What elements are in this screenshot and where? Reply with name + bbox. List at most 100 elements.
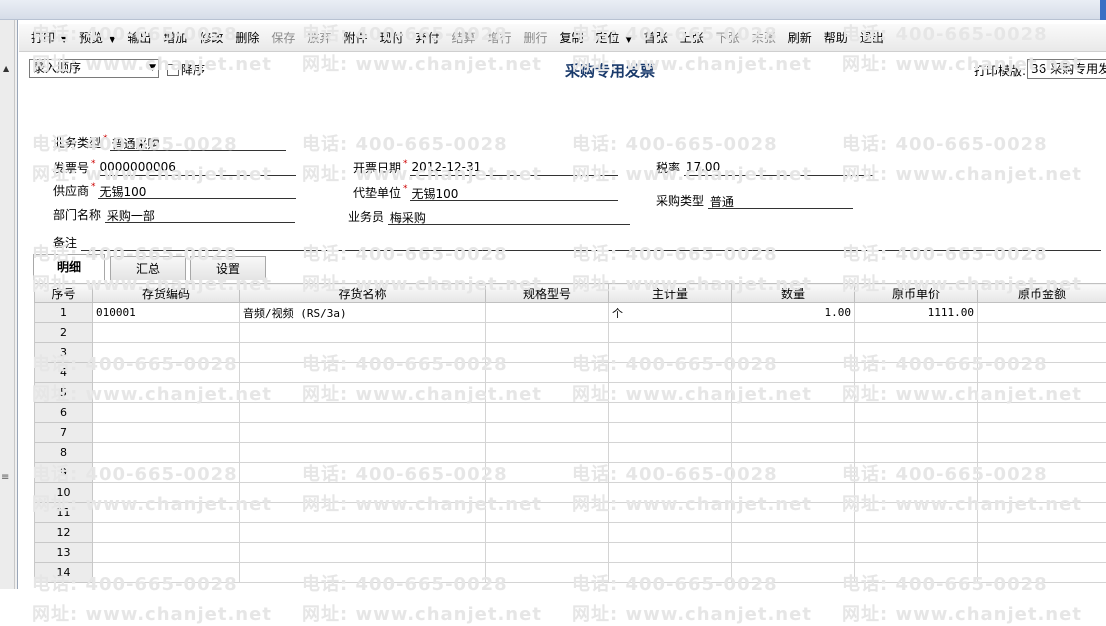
toolbar-button-12[interactable]: 增行 [482, 27, 518, 49]
table-cell-amount[interactable] [978, 303, 1106, 323]
toolbar-button-11[interactable]: 结算 [445, 27, 481, 49]
toolbar-button-4[interactable]: 修改 [193, 27, 229, 49]
table-row[interactable]: 3 [35, 343, 1106, 363]
table-cell-unit[interactable] [609, 543, 732, 563]
table-cell-qty[interactable] [732, 523, 855, 543]
toolbar-button-16[interactable]: 首张 [638, 27, 674, 49]
caret-down-icon[interactable]: ▼ [626, 35, 632, 44]
table-cell-amount[interactable] [978, 423, 1106, 443]
table-cell-unit[interactable] [609, 323, 732, 343]
table-cell-amount[interactable] [978, 383, 1106, 403]
splitter-grip-icon[interactable]: ≡ [1, 472, 9, 483]
left-scroll-panel[interactable]: ▲ ≡ [0, 20, 18, 589]
toolbar-button-19[interactable]: 末张 [746, 27, 782, 49]
tab-detail[interactable]: 明细 [33, 254, 105, 280]
table-cell-unit[interactable] [609, 403, 732, 423]
toolbar-button-1[interactable]: 预览▼ [73, 27, 121, 49]
table-cell-spec[interactable] [486, 463, 609, 483]
tax-rate-input[interactable]: 17.00 [684, 160, 874, 176]
table-cell-spec[interactable] [486, 503, 609, 523]
purchase-type-input[interactable]: 普通 [708, 193, 853, 209]
table-cell-code[interactable] [93, 403, 240, 423]
table-cell-price[interactable] [855, 363, 978, 383]
table-cell-qty[interactable] [732, 363, 855, 383]
table-cell-code[interactable] [93, 463, 240, 483]
table-cell-qty[interactable] [732, 383, 855, 403]
table-cell-price[interactable] [855, 443, 978, 463]
column-header-4[interactable]: 主计量 [609, 284, 732, 303]
table-cell-name[interactable] [240, 383, 486, 403]
toolbar-button-18[interactable]: 下张 [710, 27, 746, 49]
table-cell-spec[interactable] [486, 343, 609, 363]
table-cell-code[interactable] [93, 563, 240, 583]
tab-summary[interactable]: 汇总 [110, 256, 186, 280]
table-cell-unit[interactable] [609, 343, 732, 363]
table-cell-name[interactable] [240, 343, 486, 363]
table-row[interactable]: 7 [35, 423, 1106, 443]
toolbar-button-5[interactable]: 删除 [229, 27, 265, 49]
table-cell-amount[interactable] [978, 343, 1106, 363]
table-cell-amount[interactable] [978, 563, 1106, 583]
table-cell-amount[interactable] [978, 323, 1106, 343]
table-cell-qty[interactable] [732, 343, 855, 363]
table-row[interactable]: 1010001音频/视频 (RS/3a)个1.001111.00 [35, 303, 1106, 323]
table-cell-code[interactable] [93, 503, 240, 523]
supplier-input[interactable]: 无锡100 [98, 183, 296, 199]
sort-order-select[interactable]: 录入顺序 ▼ [29, 59, 159, 78]
table-cell-code[interactable] [93, 343, 240, 363]
column-header-1[interactable]: 存货编码 [93, 284, 240, 303]
table-cell-price[interactable] [855, 483, 978, 503]
table-cell-name[interactable] [240, 363, 486, 383]
toolbar-button-14[interactable]: 复制 [554, 27, 590, 49]
table-cell-unit[interactable] [609, 383, 732, 403]
table-cell-amount[interactable] [978, 463, 1106, 483]
table-row[interactable]: 6 [35, 403, 1106, 423]
table-row[interactable]: 2 [35, 323, 1106, 343]
table-cell-qty[interactable] [732, 403, 855, 423]
table-cell-code[interactable] [93, 483, 240, 503]
table-cell-unit[interactable] [609, 523, 732, 543]
descending-checkbox[interactable] [167, 64, 179, 76]
table-cell-unit[interactable] [609, 563, 732, 583]
toolbar-button-10[interactable]: 弃付 [409, 27, 445, 49]
toolbar-button-22[interactable]: 退出 [854, 27, 890, 49]
table-cell-unit[interactable]: 个 [609, 303, 732, 323]
table-cell-qty[interactable]: 1.00 [732, 303, 855, 323]
table-cell-price[interactable] [855, 523, 978, 543]
toolbar-button-3[interactable]: 增加 [157, 27, 193, 49]
table-cell-name[interactable] [240, 463, 486, 483]
table-cell-code[interactable] [93, 423, 240, 443]
print-template-select[interactable]: 36 采购专用发票 [1027, 59, 1106, 79]
table-cell-price[interactable] [855, 403, 978, 423]
table-row[interactable]: 5 [35, 383, 1106, 403]
table-cell-spec[interactable] [486, 563, 609, 583]
table-cell-name[interactable] [240, 423, 486, 443]
invoice-date-input[interactable]: 2012-12-31 [410, 160, 618, 176]
table-cell-code[interactable] [93, 383, 240, 403]
table-cell-code[interactable] [93, 363, 240, 383]
table-cell-unit[interactable] [609, 423, 732, 443]
table-row[interactable]: 11 [35, 503, 1106, 523]
vertical-scrollbar[interactable] [0, 20, 15, 589]
invoice-no-input[interactable]: 0000000006 [98, 160, 296, 176]
table-cell-price[interactable] [855, 503, 978, 523]
table-cell-price[interactable] [855, 383, 978, 403]
toolbar-button-0[interactable]: 打印▼ [25, 27, 73, 49]
department-input[interactable]: 采购一部 [105, 207, 295, 223]
table-row[interactable]: 13 [35, 543, 1106, 563]
table-cell-code[interactable]: 010001 [93, 303, 240, 323]
table-cell-price[interactable] [855, 543, 978, 563]
table-cell-price[interactable] [855, 343, 978, 363]
table-cell-amount[interactable] [978, 403, 1106, 423]
table-cell-unit[interactable] [609, 463, 732, 483]
table-row[interactable]: 10 [35, 483, 1106, 503]
toolbar-button-17[interactable]: 上张 [674, 27, 710, 49]
table-cell-name[interactable] [240, 403, 486, 423]
table-cell-spec[interactable] [486, 403, 609, 423]
column-header-0[interactable]: 序号 [35, 284, 93, 303]
table-row[interactable]: 12 [35, 523, 1106, 543]
table-cell-spec[interactable] [486, 323, 609, 343]
remark-input[interactable] [81, 235, 1101, 251]
caret-down-icon[interactable]: ▼ [61, 35, 67, 44]
table-cell-qty[interactable] [732, 443, 855, 463]
